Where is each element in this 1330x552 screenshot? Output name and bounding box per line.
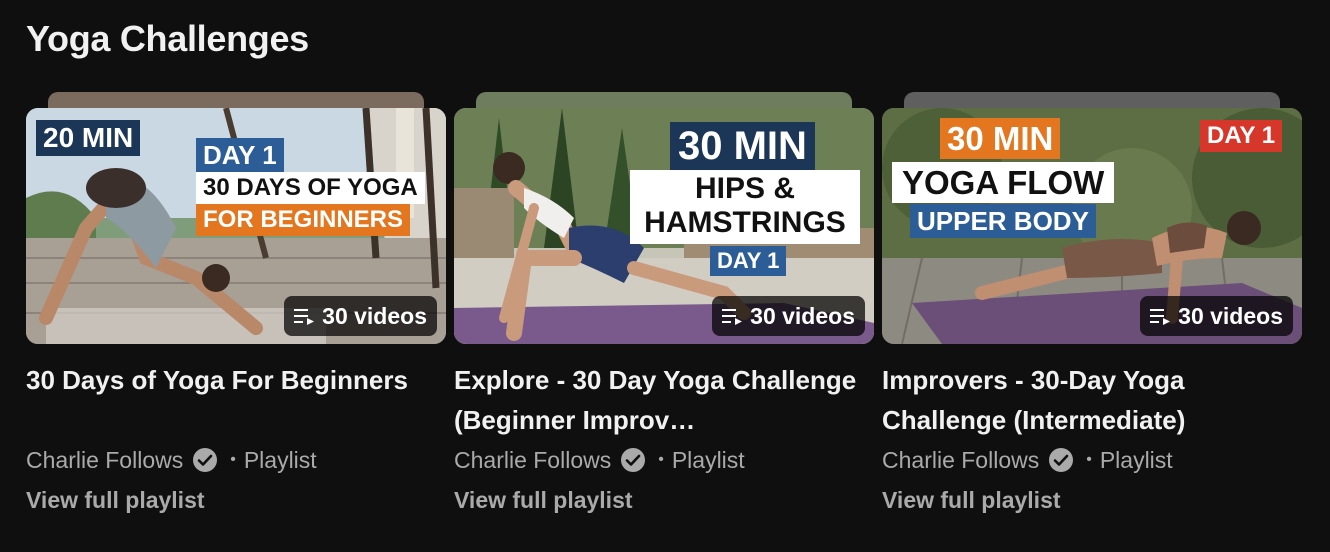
thumb-headline-line2: UPPER BODY	[910, 204, 1096, 238]
thumb-headline-line2: FOR BEGINNERS	[196, 204, 411, 236]
playlist-icon	[1150, 309, 1171, 325]
playlist-icon	[722, 309, 743, 325]
verified-check-icon	[1049, 448, 1074, 472]
video-count-label: 30 videos	[1178, 302, 1283, 329]
separator-dot: •	[658, 451, 664, 468]
content-type: Playlist	[671, 446, 745, 473]
channel-name[interactable]: Charlie Follows	[454, 447, 611, 474]
content-type: Playlist	[1099, 446, 1173, 473]
playlist-thumbnail[interactable]: 20 MIN DAY 1 30 DAYS OF YOGA FOR BEGINNE…	[26, 108, 446, 344]
verified-check-icon	[621, 448, 646, 472]
thumb-headline-line1: YOGA FLOW	[892, 162, 1115, 203]
verified-check-icon	[193, 448, 218, 472]
video-count-badge: 30 videos	[712, 296, 865, 336]
thumb-duration-label: 30 MIN	[670, 122, 815, 170]
view-full-playlist-link[interactable]: View full playlist	[26, 480, 446, 520]
thumb-headline-line1: 30 DAYS OF YOGA	[196, 172, 425, 204]
view-full-playlist-link[interactable]: View full playlist	[454, 480, 874, 520]
content-type: Playlist	[243, 446, 317, 473]
playlist-stack-edge	[904, 92, 1280, 108]
thumb-headline-line2: HAMSTRINGS	[630, 204, 860, 244]
playlist-icon	[294, 309, 315, 325]
playlist-title[interactable]: 30 Days of Yoga For Beginners	[26, 360, 446, 440]
thumb-day-label: DAY 1	[1200, 120, 1283, 152]
playlist-title[interactable]: Improvers - 30-Day Yoga Challenge (Inter…	[882, 360, 1302, 440]
video-count-badge: 30 videos	[284, 296, 437, 336]
playlist-thumbnail[interactable]: 30 MIN DAY 1 YOGA FLOW UPPER BODY 30 vid…	[882, 108, 1302, 344]
channel-name[interactable]: Charlie Follows	[882, 447, 1039, 474]
playlist-stack-edge	[48, 92, 424, 108]
separator-dot: •	[1086, 451, 1092, 468]
section-title: Yoga Challenges	[26, 18, 309, 59]
thumb-duration-label: 30 MIN	[940, 118, 1061, 159]
video-count-label: 30 videos	[750, 302, 855, 329]
view-full-playlist-link[interactable]: View full playlist	[882, 480, 1302, 520]
thumb-day-label: DAY 1	[196, 138, 284, 172]
thumb-day-label: DAY 1	[710, 246, 787, 276]
channel-name[interactable]: Charlie Follows	[26, 447, 183, 474]
video-count-label: 30 videos	[322, 302, 427, 329]
separator-dot: •	[230, 451, 236, 468]
playlist-title[interactable]: Explore - 30 Day Yoga Challenge (Beginne…	[454, 360, 874, 440]
playlist-thumbnail[interactable]: 30 MIN HIPS & HAMSTRINGS DAY 1 30 videos	[454, 108, 874, 344]
playlist-stack-edge	[476, 92, 852, 108]
thumb-duration-label: 20 MIN	[36, 120, 141, 156]
thumb-headline-line1: HIPS &	[630, 170, 860, 204]
video-count-badge: 30 videos	[1140, 296, 1293, 336]
